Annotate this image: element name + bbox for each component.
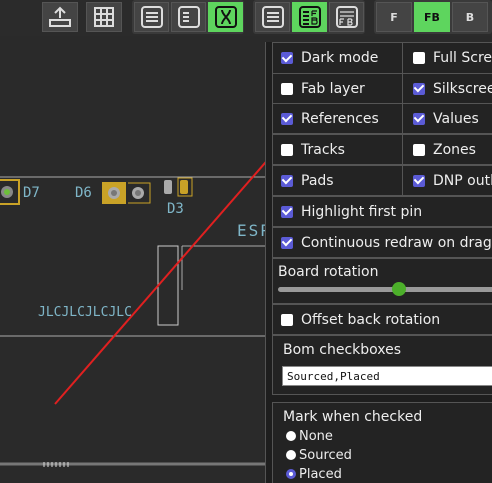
settings-row-offset-back: Offset back rotation bbox=[272, 304, 492, 335]
grid-view-button[interactable] bbox=[86, 2, 122, 32]
ref-label-esp: ESP bbox=[237, 221, 265, 240]
silkscreen-checkbox[interactable] bbox=[413, 82, 425, 95]
offset-back-rotation-label: Offset back rotation bbox=[301, 311, 441, 328]
layer-front-back-button[interactable]: FB bbox=[414, 2, 450, 32]
continuous-redraw-checkbox[interactable] bbox=[281, 236, 293, 249]
settings-row-highlight-pin: Highlight first pin bbox=[272, 196, 492, 227]
bom-checkboxes-input[interactable]: Sourced,Placed bbox=[282, 366, 492, 386]
continuous-redraw-label: Continuous redraw on drag bbox=[301, 234, 492, 251]
highlight-first-pin-option[interactable]: Highlight first pin bbox=[273, 197, 492, 226]
full-screen-option[interactable]: Full Screen bbox=[403, 43, 492, 73]
mark-sourced-label: Sourced bbox=[299, 448, 352, 463]
layer-back-button[interactable]: B bbox=[452, 2, 488, 32]
values-label: Values bbox=[433, 110, 479, 127]
full-screen-label: Full Screen bbox=[433, 50, 492, 66]
mark-none-radio[interactable] bbox=[286, 431, 296, 441]
settings-panel: Dark mode Full Screen Fab layer Silkscre… bbox=[265, 42, 492, 483]
settings-row-dark-fullscreen: Dark mode Full Screen bbox=[272, 42, 492, 74]
mark-when-checked-label: Mark when checked bbox=[283, 409, 423, 425]
fab-layer-option[interactable]: Fab layer bbox=[273, 74, 403, 103]
values-checkbox[interactable] bbox=[413, 112, 425, 125]
bom-split-lr-button[interactable] bbox=[329, 2, 364, 32]
bom-split-fb-button[interactable] bbox=[292, 2, 327, 32]
board-rotation-label: Board rotation bbox=[278, 264, 379, 280]
mark-placed-radio[interactable] bbox=[286, 469, 296, 479]
board-rotation-slider[interactable] bbox=[278, 287, 492, 292]
references-option[interactable]: References bbox=[273, 104, 403, 133]
dnp-outlines-checkbox[interactable] bbox=[413, 174, 425, 187]
ref-label-d7: D7 bbox=[23, 185, 40, 201]
highlight-first-pin-label: Highlight first pin bbox=[301, 203, 423, 220]
bom-mode-button[interactable] bbox=[42, 2, 78, 32]
bom-only-button[interactable] bbox=[134, 2, 169, 32]
dnp-outlines-option[interactable]: DNP outlines bbox=[403, 166, 492, 195]
settings-row-continuous-redraw: Continuous redraw on drag bbox=[272, 227, 492, 258]
pcb-only-button[interactable] bbox=[208, 2, 243, 32]
settings-row-fab-silk: Fab layer Silkscreen bbox=[272, 73, 492, 104]
zones-option[interactable]: Zones bbox=[403, 135, 492, 164]
pads-checkbox[interactable] bbox=[281, 174, 293, 187]
board-drawing bbox=[0, 161, 265, 467]
silk-text-jlc: JLCJLCJLCJLC bbox=[38, 305, 132, 320]
mark-placed-label: Placed bbox=[299, 467, 342, 482]
zones-checkbox[interactable] bbox=[413, 143, 425, 156]
settings-row-tracks-zones: Tracks Zones bbox=[272, 134, 492, 165]
grid-icon bbox=[94, 7, 114, 27]
ref-label-d6: D6 bbox=[75, 185, 92, 201]
tracks-label: Tracks bbox=[301, 141, 345, 158]
fab-layer-label: Fab layer bbox=[301, 80, 365, 97]
mark-sourced-radio[interactable] bbox=[286, 450, 296, 460]
bom-left-icon bbox=[177, 6, 200, 28]
top-toolbar: F FB B bbox=[0, 0, 492, 36]
pads-label: Pads bbox=[301, 172, 334, 189]
highlight-first-pin-checkbox[interactable] bbox=[281, 205, 293, 218]
tracks-checkbox[interactable] bbox=[281, 143, 293, 156]
layer-front-button[interactable]: F bbox=[376, 2, 412, 32]
split-fb-icon bbox=[298, 6, 321, 28]
board-rotation-slider-thumb[interactable] bbox=[392, 282, 406, 296]
dark-mode-option[interactable]: Dark mode bbox=[273, 43, 403, 73]
dnp-outlines-label: DNP outlines bbox=[433, 172, 492, 189]
list-icon bbox=[261, 6, 284, 28]
bom-checkboxes-label: Bom checkboxes bbox=[283, 342, 402, 358]
mark-option-none[interactable]: None bbox=[286, 429, 333, 444]
references-checkbox[interactable] bbox=[281, 112, 293, 125]
values-option[interactable]: Values bbox=[403, 104, 492, 133]
dark-mode-checkbox[interactable] bbox=[281, 52, 293, 64]
silkscreen-label: Silkscreen bbox=[433, 80, 492, 97]
tracks-option[interactable]: Tracks bbox=[273, 135, 403, 164]
bom-left-button[interactable] bbox=[171, 2, 206, 32]
pcb-icon bbox=[214, 6, 237, 28]
split-lr-icon bbox=[335, 6, 358, 28]
offset-back-rotation-option[interactable]: Offset back rotation bbox=[273, 305, 492, 334]
bom-list-only-button[interactable] bbox=[255, 2, 290, 32]
bom-list-icon bbox=[140, 6, 163, 28]
references-label: References bbox=[301, 110, 379, 127]
mark-option-placed[interactable]: Placed bbox=[286, 467, 342, 482]
offset-back-rotation-checkbox[interactable] bbox=[281, 313, 293, 326]
dark-mode-label: Dark mode bbox=[301, 50, 379, 66]
continuous-redraw-option[interactable]: Continuous redraw on drag bbox=[273, 228, 492, 257]
ref-label-d3: D3 bbox=[167, 201, 184, 217]
pcb-canvas[interactable]: D7 D6 D3 ESP JLCJLCJLCJLC bbox=[0, 36, 265, 483]
settings-row-refs-values: References Values bbox=[272, 103, 492, 134]
full-screen-checkbox[interactable] bbox=[413, 52, 425, 64]
settings-row-pads-dnp: Pads DNP outlines bbox=[272, 165, 492, 196]
mark-option-sourced[interactable]: Sourced bbox=[286, 448, 352, 463]
fab-layer-checkbox[interactable] bbox=[281, 82, 293, 95]
zones-label: Zones bbox=[433, 141, 476, 158]
pads-option[interactable]: Pads bbox=[273, 166, 403, 195]
mark-none-label: None bbox=[299, 429, 333, 444]
silkscreen-option[interactable]: Silkscreen bbox=[403, 74, 492, 103]
export-icon bbox=[49, 6, 71, 27]
